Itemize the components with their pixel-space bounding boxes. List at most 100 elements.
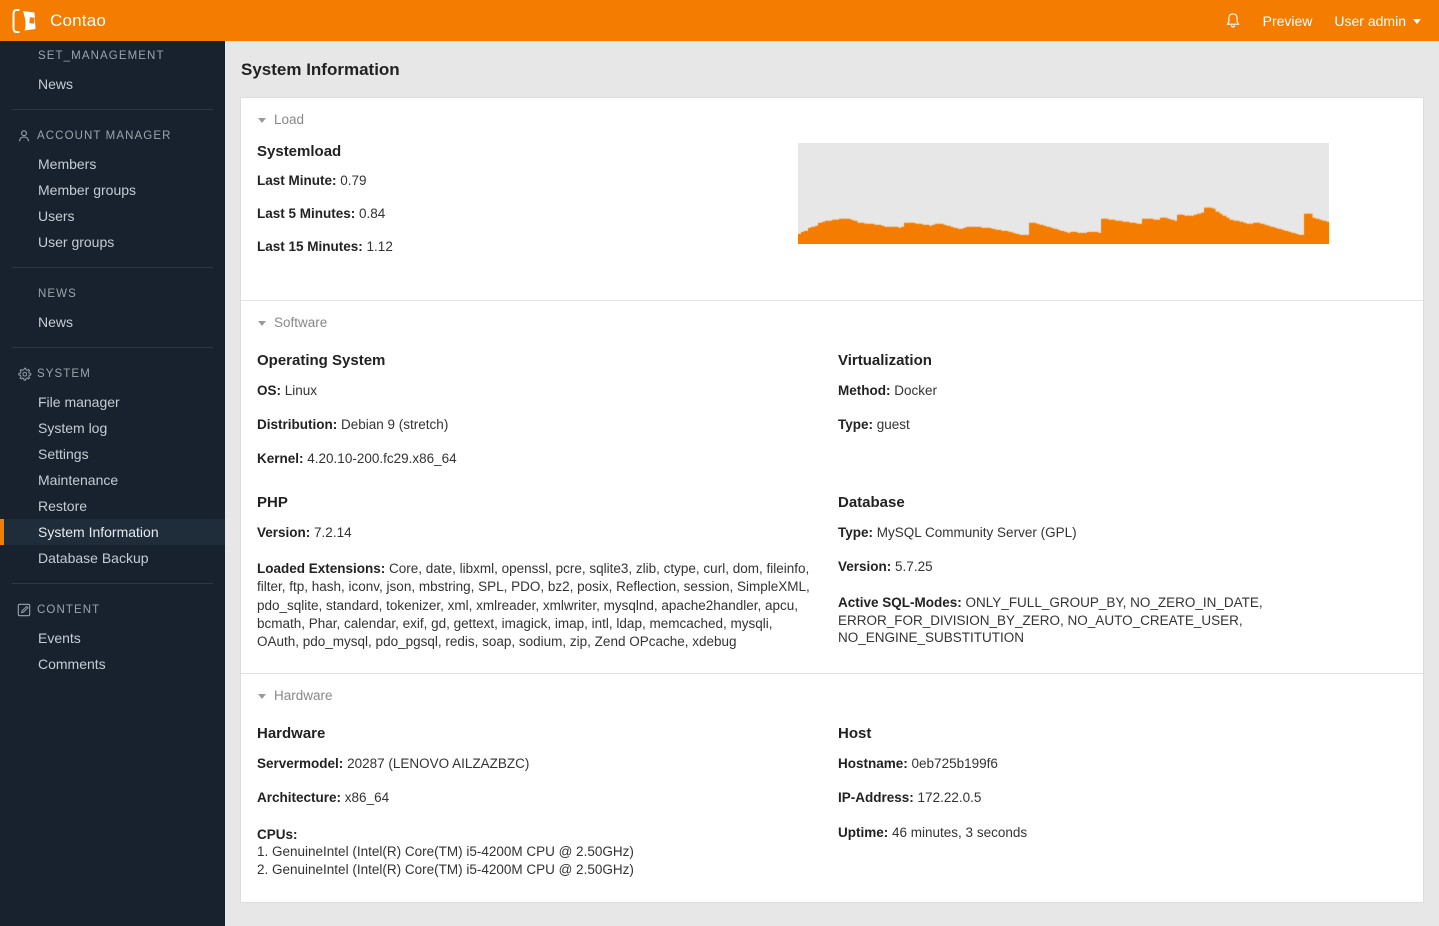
- collapse-triangle-icon: [258, 118, 266, 123]
- database-type-value: MySQL Community Server (GPL): [876, 525, 1077, 541]
- servermodel-label: Servermodel:: [257, 756, 344, 772]
- php-title: PHP: [257, 494, 288, 512]
- database-version-label: Version:: [838, 559, 892, 575]
- sidebar-item-news[interactable]: News: [0, 309, 225, 335]
- architecture-value: x86_64: [344, 790, 390, 806]
- section-legend-hardware[interactable]: Hardware: [241, 674, 1423, 703]
- os-label: OS:: [257, 382, 282, 398]
- hostname-row: Hostname: 0eb725b199f6: [838, 757, 1387, 771]
- servermodel-value: 20287 (LENOVO AILZAZBZC): [347, 756, 530, 772]
- pencil-square-icon: [16, 602, 32, 618]
- php-version-row: Version: 7.2.14: [257, 525, 812, 541]
- os-row: OS: Linux: [257, 382, 812, 398]
- sidebar-group-label: NEWS: [38, 288, 77, 300]
- sidebar-group-label: CONTENT: [37, 604, 101, 616]
- load-last-5-value: 0.84: [359, 206, 386, 222]
- cpus-row: CPUs: 1. GenuineIntel (Intel(R) Core(TM)…: [257, 826, 812, 880]
- operating-system-title: Operating System: [257, 351, 386, 369]
- operating-system-block: Operating System OS: Linux Distribution:…: [257, 352, 832, 467]
- database-version-row: Version: 5.7.25: [838, 560, 1387, 574]
- sidebar-group-system: SYSTEM: [0, 359, 225, 389]
- section-legend-software[interactable]: Software: [241, 301, 1423, 330]
- sidebar-item-comments[interactable]: Comments: [0, 651, 225, 677]
- sidebar-item-member-groups[interactable]: Member groups: [0, 177, 225, 203]
- sidebar-group-news: NEWS: [0, 279, 225, 309]
- page-title: System Information: [241, 60, 400, 79]
- sidebar-item-database-backup[interactable]: Database Backup: [0, 545, 225, 571]
- systemload-title: Systemload: [257, 143, 342, 160]
- virtualization-method-value: Docker: [894, 382, 938, 398]
- database-type-label: Type:: [838, 525, 874, 541]
- sidebar-item-system-log[interactable]: System log: [0, 415, 225, 441]
- load-last-15-value: 1.12: [366, 239, 393, 255]
- virtualization-method-row: Method: Docker: [838, 382, 1387, 398]
- php-block: PHP Version: 7.2.14 Loaded Extensions: C…: [257, 494, 832, 651]
- uptime-value: 46 minutes, 3 seconds: [892, 824, 1028, 840]
- collapse-triangle-icon: [258, 320, 266, 326]
- php-extensions-label: Loaded Extensions:: [257, 561, 386, 577]
- systemload-block: Systemload Last Minute: 0.79 Last 5 Minu…: [257, 143, 798, 274]
- section-legend-load[interactable]: Load: [241, 98, 1423, 127]
- distribution-label: Distribution:: [257, 416, 338, 432]
- php-version-value: 7.2.14: [314, 525, 352, 541]
- cpus-label: CPUs:: [257, 826, 298, 842]
- hostname-value: 0eb725b199f6: [911, 756, 998, 772]
- load-last-minute-value: 0.79: [340, 173, 367, 188]
- sidebar-group-label: ACCOUNT MANAGER: [37, 130, 172, 142]
- sidebar-groups: SET_MANAGEMENT News ACCOUNT MANAGER Members…: [0, 41, 225, 677]
- sidebar-item-file-manager[interactable]: File manager: [0, 389, 225, 415]
- os-value: Linux: [284, 382, 318, 398]
- software-section-body: Operating System OS: Linux Distribution:…: [241, 330, 1423, 489]
- host-block: Host Hostname: 0eb725b199f6 IP-Address: …: [832, 725, 1407, 879]
- virtualization-method-label: Method:: [838, 382, 891, 398]
- sidebar-item-members[interactable]: Members: [0, 151, 225, 177]
- php-extensions-row: Loaded Extensions: Core, date, libxml, o…: [257, 560, 812, 651]
- sidebar: SET_MANAGEMENT News ACCOUNT MANAGER Members…: [0, 41, 225, 926]
- sidebar-item-system-information[interactable]: System Information: [0, 519, 225, 545]
- brand[interactable]: Contao: [12, 0, 106, 41]
- servermodel-row: Servermodel: 20287 (LENOVO AILZAZBZC): [257, 757, 812, 771]
- ip-address-label: IP-Address:: [838, 790, 914, 806]
- section-legend-hardware-label: Hardware: [274, 688, 333, 704]
- ip-address-row: IP-Address: 172.22.0.5: [838, 791, 1387, 805]
- sidebar-item-news[interactable]: News: [0, 71, 225, 97]
- database-title: Database: [838, 494, 905, 512]
- section-legend-load-label: Load: [274, 112, 305, 127]
- database-sqlmodes-label: Active SQL-Modes:: [838, 595, 962, 611]
- host-title: Host: [838, 725, 872, 743]
- load-last-5-label: Last 5 Minutes:: [257, 206, 356, 222]
- database-sqlmodes-row: Active SQL-Modes: ONLY_FULL_GROUP_BY, NO…: [838, 594, 1387, 647]
- sidebar-item-settings[interactable]: Settings: [0, 441, 225, 467]
- hostname-label: Hostname:: [838, 756, 908, 772]
- architecture-row: Architecture: x86_64: [257, 791, 812, 805]
- sidebar-item-events[interactable]: Events: [0, 625, 225, 651]
- uptime-row: Uptime: 46 minutes, 3 seconds: [838, 824, 1387, 840]
- load-last-minute-label: Last Minute:: [257, 173, 337, 188]
- sidebar-item-restore[interactable]: Restore: [0, 493, 225, 519]
- user-menu[interactable]: User admin: [1334, 13, 1421, 29]
- sidebar-item-maintenance[interactable]: Maintenance: [0, 467, 225, 493]
- sidebar-divider: [12, 267, 213, 268]
- bell-icon[interactable]: [1225, 12, 1241, 29]
- gear-icon: [16, 366, 32, 382]
- sidebar-item-user-groups[interactable]: User groups: [0, 229, 225, 255]
- sidebar-group-account-manager: ACCOUNT MANAGER: [0, 121, 225, 151]
- sidebar-divider: [12, 583, 213, 584]
- sidebar-group-label: SYSTEM: [37, 368, 91, 380]
- sidebar-item-users[interactable]: Users: [0, 203, 225, 229]
- load-last-15-label: Last 15 Minutes:: [257, 239, 363, 255]
- system-information-card: Load Systemload Last Minute: 0.79 Last 5…: [240, 97, 1424, 903]
- contao-logo-icon: [12, 8, 40, 33]
- cpu-line: 1. GenuineIntel (Intel(R) Core(TM) i5-42…: [257, 844, 634, 860]
- preview-link[interactable]: Preview: [1263, 13, 1313, 29]
- kernel-value: 4.20.10-200.fc29.x86_64: [307, 450, 457, 466]
- cpu-list: 1. GenuineIntel (Intel(R) Core(TM) i5-42…: [257, 843, 812, 879]
- topbar-actions: Preview User admin: [1225, 12, 1421, 29]
- systemload-chart-wrap: [797, 143, 1408, 274]
- user-menu-label: User admin: [1334, 12, 1406, 29]
- database-block: Database Type: MySQL Community Server (G…: [832, 494, 1407, 651]
- database-type-row: Type: MySQL Community Server (GPL): [838, 525, 1387, 541]
- load-last-minute: Last Minute: 0.79: [257, 173, 798, 188]
- virtualization-type-value: guest: [876, 416, 910, 432]
- virtualization-type-row: Type: guest: [838, 416, 1387, 432]
